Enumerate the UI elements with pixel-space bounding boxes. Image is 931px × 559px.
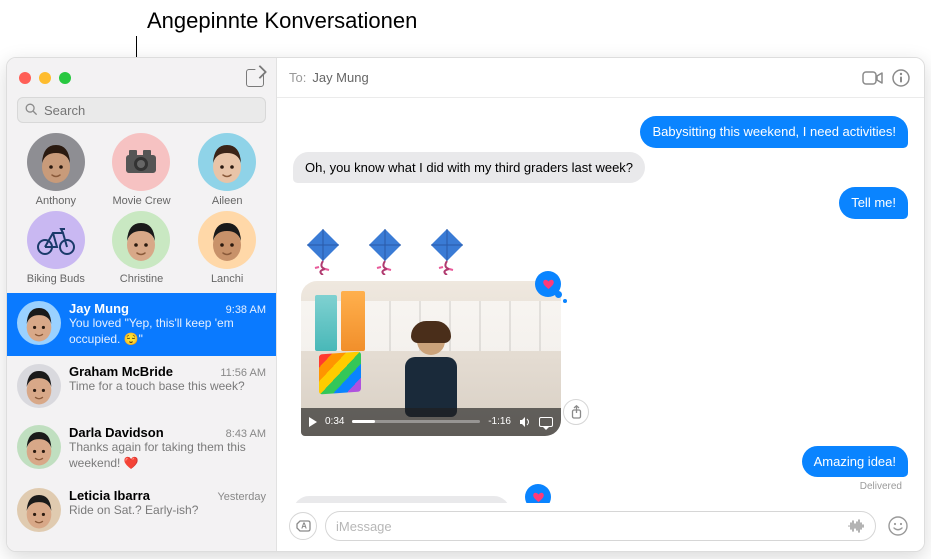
conversation-name: Darla Davidson <box>69 425 164 440</box>
message-bubble[interactable]: Yep, this'll keep 'em occupied. 😉 <box>293 496 510 503</box>
message-outgoing: Babysitting this weekend, I need activit… <box>293 116 908 148</box>
kite-icon <box>363 227 407 275</box>
kite-icon <box>425 227 469 275</box>
conversation-name: Leticia Ibarra <box>69 488 150 503</box>
message-incoming: Oh, you know what I did with my third gr… <box>293 152 908 184</box>
message-incoming: Yep, this'll keep 'em occupied. 😉 <box>293 496 908 503</box>
minimize-button[interactable] <box>39 72 51 84</box>
share-button[interactable] <box>563 399 589 425</box>
message-bubble[interactable]: Amazing idea! <box>802 446 908 478</box>
avatar <box>17 301 61 345</box>
pinned-conversation[interactable]: Aileen <box>184 133 270 207</box>
pinned-conversation[interactable]: Christine <box>99 211 185 285</box>
facetime-button[interactable] <box>862 67 884 89</box>
conversation-header: To: Jay Mung <box>277 58 924 98</box>
message-bubble[interactable]: Oh, you know what I did with my third gr… <box>293 152 645 184</box>
close-button[interactable] <box>19 72 31 84</box>
message-bubble[interactable]: Babysitting this weekend, I need activit… <box>640 116 908 148</box>
conversation-item[interactable]: Jay Mung 9:38 AMYou loved "Yep, this'll k… <box>7 293 276 356</box>
search-field[interactable] <box>17 97 266 123</box>
conversation-time: 11:56 AM <box>220 367 266 379</box>
message-input[interactable]: iMessage <box>325 511 876 541</box>
avatar <box>112 211 170 269</box>
avatar <box>17 364 61 408</box>
audio-message-icon[interactable] <box>847 519 865 533</box>
apps-button[interactable]: A <box>289 512 317 540</box>
message-outgoing: Tell me! <box>293 187 908 219</box>
conversation-preview: Ride on Sat.? Early-ish? <box>69 503 266 519</box>
pin-label: Aileen <box>184 195 270 207</box>
tapback-love[interactable] <box>525 484 551 503</box>
conversation-preview: Time for a touch base this week? <box>69 379 266 395</box>
video-elapsed: 0:34 <box>325 416 344 427</box>
kite-icon <box>301 227 345 275</box>
volume-icon[interactable] <box>519 416 531 428</box>
conversation-time: Yesterday <box>217 491 266 503</box>
pinned-conversations: AnthonyMovie CrewAileen Biking BudsChrist… <box>7 133 276 293</box>
conversation-name: Graham McBride <box>69 364 173 379</box>
conversation-item[interactable]: Leticia Ibarra YesterdayRide on Sat.? Ear… <box>7 480 276 541</box>
pin-label: Movie Crew <box>99 195 185 207</box>
play-icon[interactable] <box>309 417 317 427</box>
pinned-conversation[interactable]: Anthony <box>13 133 99 207</box>
to-label: To: <box>289 70 306 85</box>
avatar <box>198 133 256 191</box>
avatar <box>17 488 61 532</box>
compose-button[interactable] <box>246 69 264 87</box>
video-controls[interactable]: 0:34 -1:16 <box>301 408 561 436</box>
conversation-pane: To: Jay Mung Babysitting this weekend, I… <box>277 58 924 551</box>
pinned-conversation[interactable]: Lanchi <box>184 211 270 285</box>
pinned-conversation[interactable]: Biking Buds <box>13 211 99 285</box>
message-outgoing: Amazing idea! <box>293 446 908 478</box>
conversation-time: 9:38 AM <box>226 304 266 316</box>
conversation-preview: You loved "Yep, this'll keep 'em occupie… <box>69 316 266 347</box>
zoom-button[interactable] <box>59 72 71 84</box>
kite-emoji-row[interactable] <box>301 227 908 275</box>
callout-label: Angepinnte Konversationen <box>147 8 417 34</box>
conversation-time: 8:43 AM <box>226 428 266 440</box>
avatar <box>27 133 85 191</box>
message-placeholder: iMessage <box>336 519 392 534</box>
conversation-item[interactable]: Graham McBride 11:56 AMTime for a touch b… <box>7 356 276 417</box>
conversation-preview: Thanks again for taking them this weeken… <box>69 440 266 471</box>
heart-icon <box>532 491 545 503</box>
conversation-name: Jay Mung <box>69 301 129 316</box>
emoji-button[interactable] <box>884 512 912 540</box>
pin-label: Biking Buds <box>13 273 99 285</box>
video-scrubber[interactable] <box>352 420 480 423</box>
conversation-list: Jay Mung 9:38 AMYou loved "Yep, this'll k… <box>7 293 276 551</box>
message-bubble[interactable]: Tell me! <box>839 187 908 219</box>
tapback-love[interactable] <box>535 271 561 297</box>
avatar <box>27 211 85 269</box>
avatar <box>17 425 61 469</box>
video-attachment[interactable]: 0:34 -1:16 <box>301 281 561 436</box>
pin-label: Lanchi <box>184 273 270 285</box>
svg-text:A: A <box>301 522 307 531</box>
pin-label: Christine <box>99 273 185 285</box>
recipient-name: Jay Mung <box>312 70 368 85</box>
delivered-label: Delivered <box>293 481 902 492</box>
window-controls <box>7 58 276 93</box>
pin-label: Anthony <box>13 195 99 207</box>
video-remaining: -1:16 <box>488 416 511 427</box>
sidebar: AnthonyMovie CrewAileen Biking BudsChrist… <box>7 58 277 551</box>
avatar <box>198 211 256 269</box>
pinned-conversation[interactable]: Movie Crew <box>99 133 185 207</box>
search-icon <box>24 102 38 116</box>
composer: A iMessage <box>277 503 924 551</box>
heart-icon <box>542 278 555 290</box>
conversation-item[interactable]: Darla Davidson 8:43 AMThanks again for ta… <box>7 417 276 480</box>
airplay-icon[interactable] <box>539 417 553 427</box>
details-button[interactable] <box>890 67 912 89</box>
message-thread[interactable]: Babysitting this weekend, I need activit… <box>277 98 924 503</box>
messages-window: AnthonyMovie CrewAileen Biking BudsChrist… <box>6 57 925 552</box>
search-input[interactable] <box>17 97 266 123</box>
avatar <box>112 133 170 191</box>
